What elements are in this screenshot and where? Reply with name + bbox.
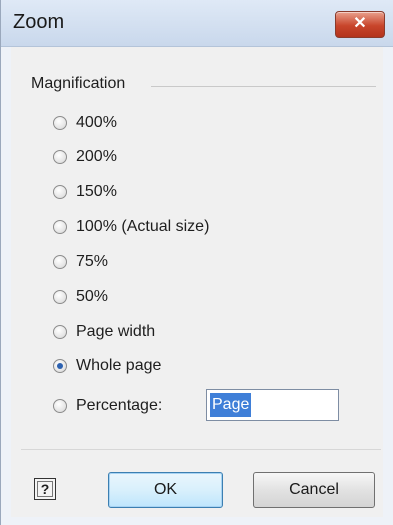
radio-label: Whole page [76,357,162,374]
radio-icon [53,255,67,269]
radio-label: 50% [76,288,109,305]
close-button[interactable]: ✕ [335,11,385,38]
radio-icon [53,185,67,199]
radio-icon [53,220,67,234]
radio-400[interactable]: 400% [53,111,313,135]
title-bar: Zoom ✕ [1,0,393,47]
radio-whole-page[interactable]: Whole page [53,354,313,378]
radio-label: Percentage: [76,397,163,414]
radio-label: 400% [76,114,117,131]
radio-page-width[interactable]: Page width [53,320,313,344]
cancel-button[interactable]: Cancel [253,472,375,508]
dialog-title: Zoom [13,11,65,33]
radio-label: 200% [76,148,117,165]
radio-checked-icon [53,359,67,373]
radio-icon [53,399,67,413]
radio-label: 150% [76,183,117,200]
radio-label: Page width [76,323,156,340]
radio-label: 75% [76,253,109,270]
help-icon: ? [40,481,50,497]
radio-icon [53,325,67,339]
group-divider [151,86,376,87]
radio-icon [53,150,67,164]
magnification-group-label: Magnification [31,75,126,92]
radio-icon [53,116,67,130]
zoom-dialog: Zoom ✕ Magnification 400% 200% 150% 100%… [0,0,393,525]
radio-75[interactable]: 75% [53,250,313,274]
ok-button[interactable]: OK [108,472,223,508]
radio-50[interactable]: 50% [53,285,313,309]
help-button[interactable]: ? [34,478,56,500]
radio-150[interactable]: 150% [53,180,313,204]
percentage-value: Page [210,393,252,417]
button-separator [21,449,381,450]
radio-100-actual-size[interactable]: 100% (Actual size) [53,215,313,239]
close-icon: ✕ [353,15,367,32]
radio-label: 100% (Actual size) [76,218,210,235]
radio-200[interactable]: 200% [53,145,313,169]
radio-icon [53,290,67,304]
